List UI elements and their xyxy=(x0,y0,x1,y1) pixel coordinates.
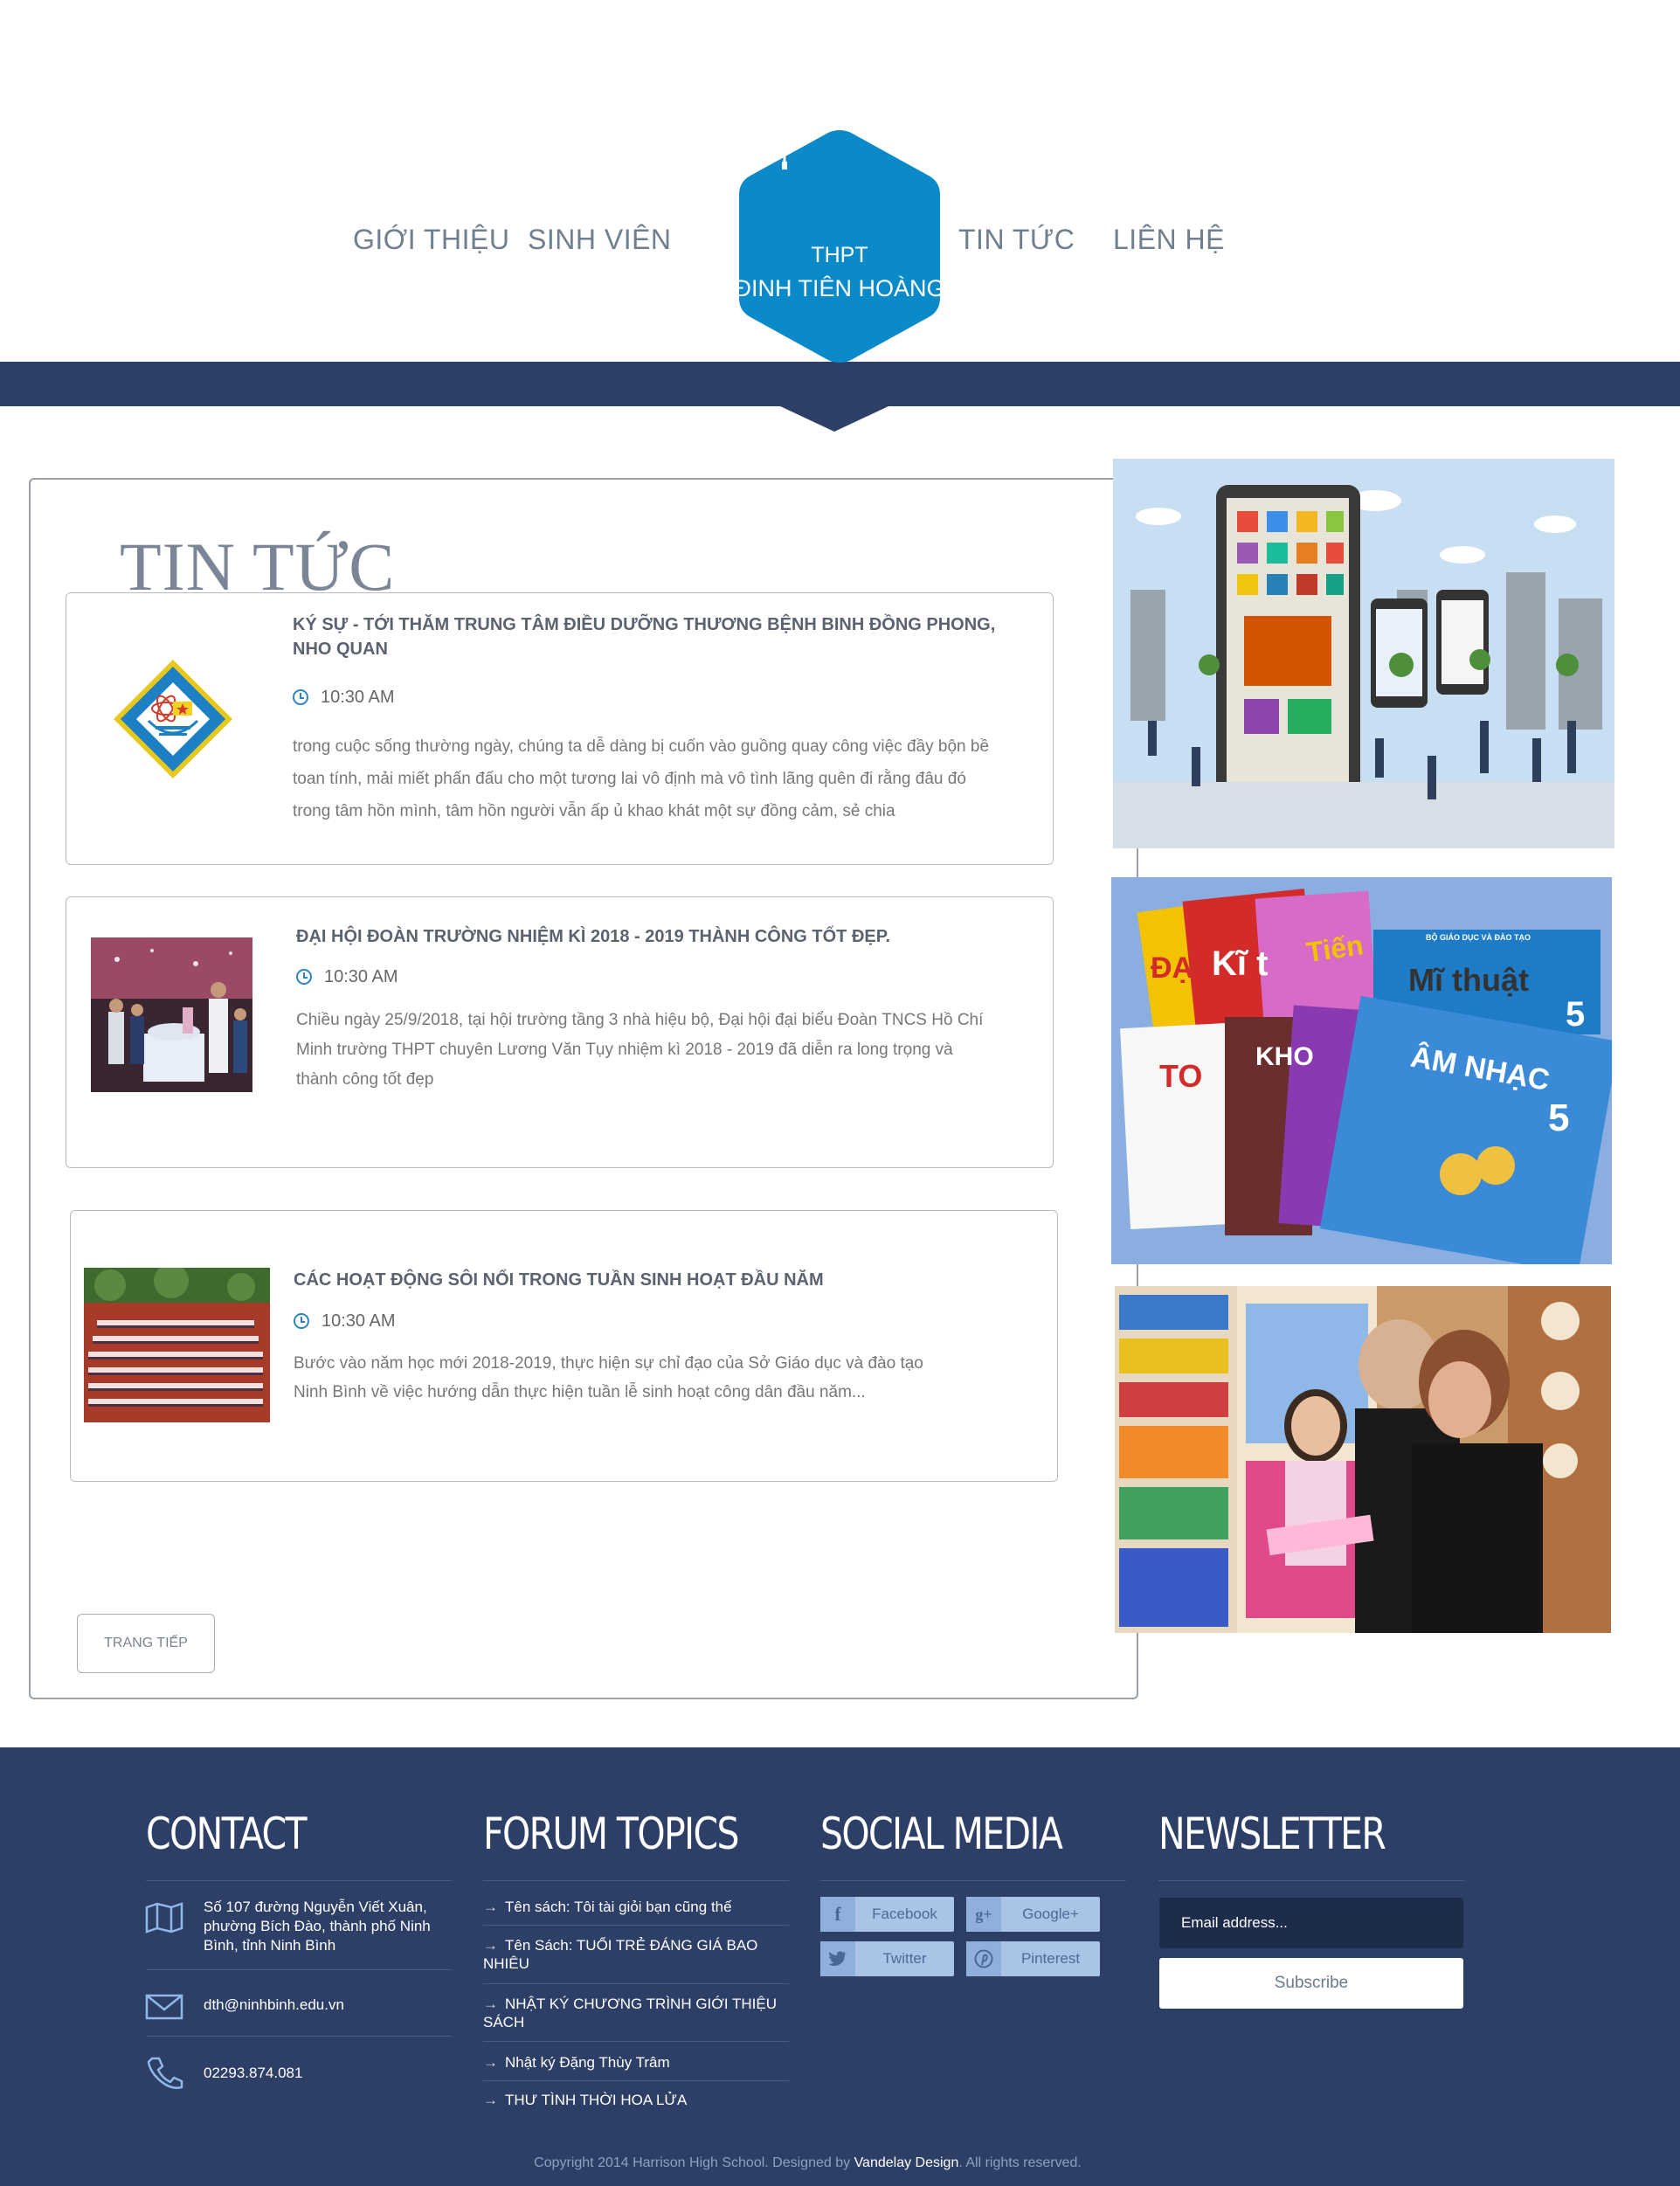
forum-topic-label: Tên Sách: TUỔI TRẺ ĐÁNG GIÁ BAO NHIÊU xyxy=(483,1937,758,1972)
footer-divider xyxy=(483,1880,789,1881)
arrow-right-icon: → xyxy=(483,2092,498,2108)
footer-divider xyxy=(483,1983,789,1984)
forum-topic-link[interactable]: → Tên Sách: TUỔI TRẺ ĐÁNG GIÁ BAO NHIÊU xyxy=(483,1936,789,1973)
book-title-kho: KHO xyxy=(1255,1042,1314,1071)
pinterest-label: Pinterest xyxy=(1020,1950,1081,1967)
facebook-button[interactable]: f Facebook xyxy=(820,1897,954,1932)
digital-city-illustration xyxy=(1113,459,1614,848)
news-title[interactable]: CÁC HOẠT ĐỘNG SÔI NỔI TRONG TUẦN SINH HO… xyxy=(294,1268,1010,1292)
footer-heading-newsletter: NEWSLETTER xyxy=(1158,1809,1386,1859)
forum-topic-label: NHẬT KÝ CHƯƠNG TRÌNH GIỚI THIỆU SÁCH xyxy=(483,1996,777,2030)
designer-link[interactable]: Vandelay Design xyxy=(854,2155,959,2170)
bookstore-photo xyxy=(1115,1286,1611,1633)
book-number-5a: 5 xyxy=(1566,995,1585,1034)
footer-divider xyxy=(483,2080,789,2081)
copyright-text: Copyright 2014 Harrison High School. Des… xyxy=(0,2155,1615,2171)
news-time: 10:30 AM xyxy=(296,967,398,987)
forum-topic-label: Nhật ký Đặng Thùy Trâm xyxy=(505,2054,670,2071)
book-publisher: BỘ GIÁO DỤC VÀ ĐÀO TẠO xyxy=(1426,932,1531,942)
news-time: 10:30 AM xyxy=(294,1311,396,1332)
arrow-right-icon: → xyxy=(483,1899,498,1915)
news-time-text: 10:30 AM xyxy=(321,1311,396,1331)
contact-phone[interactable]: 02293.874.081 xyxy=(204,2064,302,2083)
forum-topic-link[interactable]: → THƯ TÌNH THỜI HOA LỬA xyxy=(483,2091,789,2109)
book-title-to: TO xyxy=(1159,1058,1202,1094)
twitter-icon xyxy=(820,1941,855,1976)
footer-divider xyxy=(146,1880,452,1881)
news-time-text: 10:30 AM xyxy=(321,688,395,707)
arrow-right-icon: → xyxy=(483,1996,498,2012)
forum-topic-link[interactable]: → NHẬT KÝ CHƯƠNG TRÌNH GIỚI THIỆU SÁCH xyxy=(483,1995,789,2031)
graduation-cap-icon xyxy=(732,128,790,169)
site-logo[interactable]: THPT ĐINH TIÊN HOÀNG xyxy=(730,127,949,367)
footer-divider xyxy=(483,1925,789,1926)
footer-heading-forum: FORUM TOPICS xyxy=(483,1809,740,1859)
news-time-text: 10:30 AM xyxy=(324,967,398,986)
pinterest-button[interactable]: Pinterest xyxy=(966,1941,1100,1976)
footer-divider xyxy=(146,2036,452,2037)
nav-item-lien-he[interactable]: LIÊN HỆ xyxy=(1113,224,1225,256)
forum-topic-label: THƯ TÌNH THỜI HOA LỬA xyxy=(505,2092,688,2108)
forum-topic-link[interactable]: → Tên sách: Tôi tài giỏi bạn cũng thế xyxy=(483,1898,789,1916)
twitter-label: Twitter xyxy=(882,1950,927,1967)
book-title-mi-thuat: Mĩ thuật xyxy=(1408,962,1529,998)
school-assembly-photo xyxy=(84,1268,270,1422)
forum-topic-link[interactable]: → Nhật ký Đặng Thùy Trâm xyxy=(483,2053,789,2072)
arrow-right-icon: → xyxy=(483,2054,498,2071)
nav-item-tin-tuc[interactable]: TIN TỨC xyxy=(958,224,1075,256)
footer-divider xyxy=(483,2041,789,2042)
logo-line-1: THPT xyxy=(811,243,868,267)
google-plus-button[interactable]: g+ Google+ xyxy=(966,1897,1100,1932)
pinterest-icon xyxy=(966,1941,1001,1976)
book-title-da: ĐẠ xyxy=(1151,951,1193,985)
contact-email[interactable]: dth@ninhbinh.edu.vn xyxy=(204,1996,344,2015)
book-number-5b: 5 xyxy=(1548,1096,1569,1139)
footer-heading-social: SOCIAL MEDIA xyxy=(820,1809,1063,1859)
phone-icon xyxy=(147,2057,183,2089)
header-band-notch xyxy=(778,405,890,432)
news-title[interactable]: KÝ SỰ - TỚI THĂM TRUNG TÂM ĐIỀU DƯỠNG TH… xyxy=(293,612,1009,661)
news-card[interactable]: ĐẠI HỘI ĐOÀN TRƯỜNG NHIỆM KÌ 2018 - 2019… xyxy=(66,896,1054,1168)
twitter-button[interactable]: Twitter xyxy=(820,1941,954,1976)
clock-icon xyxy=(294,1313,309,1329)
news-excerpt: Bước vào năm học mới 2018-2019, thực hiệ… xyxy=(294,1354,923,1401)
footer-divider xyxy=(146,1969,452,1970)
google-plus-label: Google+ xyxy=(1022,1906,1079,1922)
facebook-label: Facebook xyxy=(872,1906,937,1922)
header-band xyxy=(0,362,1680,406)
textbooks-photo: ĐẠ Kĩ t Tiến Mĩ thuật 5 TO KHO ÂM NHẠC 5… xyxy=(1111,877,1612,1264)
nav-item-gioi-thieu[interactable]: GIỚI THIỆU xyxy=(353,224,509,256)
news-card[interactable]: CÁC HOẠT ĐỘNG SÔI NỔI TRONG TUẦN SINH HO… xyxy=(70,1210,1058,1482)
footer-heading-contact: CONTACT xyxy=(146,1809,308,1859)
news-excerpt: Chiều ngày 25/9/2018, tại hội trường tần… xyxy=(296,1011,984,1089)
nav-item-sinh-vien[interactable]: SINH VIÊN xyxy=(528,224,672,256)
subscribe-button[interactable]: Subscribe xyxy=(1159,1958,1463,2009)
news-title[interactable]: ĐẠI HỘI ĐOÀN TRƯỜNG NHIỆM KÌ 2018 - 2019… xyxy=(296,924,1013,949)
footer-divider xyxy=(820,1880,1126,1881)
contact-address: Số 107 đường Nguyễn Viết Xuân, phường Bí… xyxy=(204,1899,431,1954)
copyright-prefix: Copyright 2014 Harrison High School. Des… xyxy=(534,2155,854,2170)
youth-congress-photo xyxy=(91,937,252,1092)
news-panel: TIN TỨC KÝ SỰ - TỚI THĂM TRUNG TÂM ĐIỀU … xyxy=(29,478,1138,1699)
news-time: 10:30 AM xyxy=(293,688,395,708)
footer-divider xyxy=(1158,1880,1464,1881)
next-page-button[interactable]: TRANG TIẾP xyxy=(77,1614,215,1673)
logo-line-2: ĐINH TIÊN HOÀNG xyxy=(734,275,945,301)
newsletter-email-input[interactable] xyxy=(1159,1898,1463,1948)
forum-topic-label: Tên sách: Tôi tài giỏi bạn cũng thế xyxy=(505,1899,732,1915)
book-title-ki: Kĩ t xyxy=(1212,944,1268,983)
news-excerpt: trong cuộc sống thường ngày, chúng ta dễ… xyxy=(293,737,990,820)
clock-icon xyxy=(293,689,308,705)
map-icon xyxy=(145,1902,183,1934)
arrow-right-icon: → xyxy=(483,1937,498,1954)
facebook-icon: f xyxy=(820,1897,855,1932)
google-plus-icon: g+ xyxy=(966,1897,1001,1932)
school-emblem-thumbnail xyxy=(112,658,234,780)
copyright-suffix: . All rights reserved. xyxy=(958,2155,1082,2170)
news-card[interactable]: KÝ SỰ - TỚI THĂM TRUNG TÂM ĐIỀU DƯỠNG TH… xyxy=(66,592,1054,865)
envelope-icon xyxy=(145,1994,183,2020)
clock-icon xyxy=(296,969,312,985)
